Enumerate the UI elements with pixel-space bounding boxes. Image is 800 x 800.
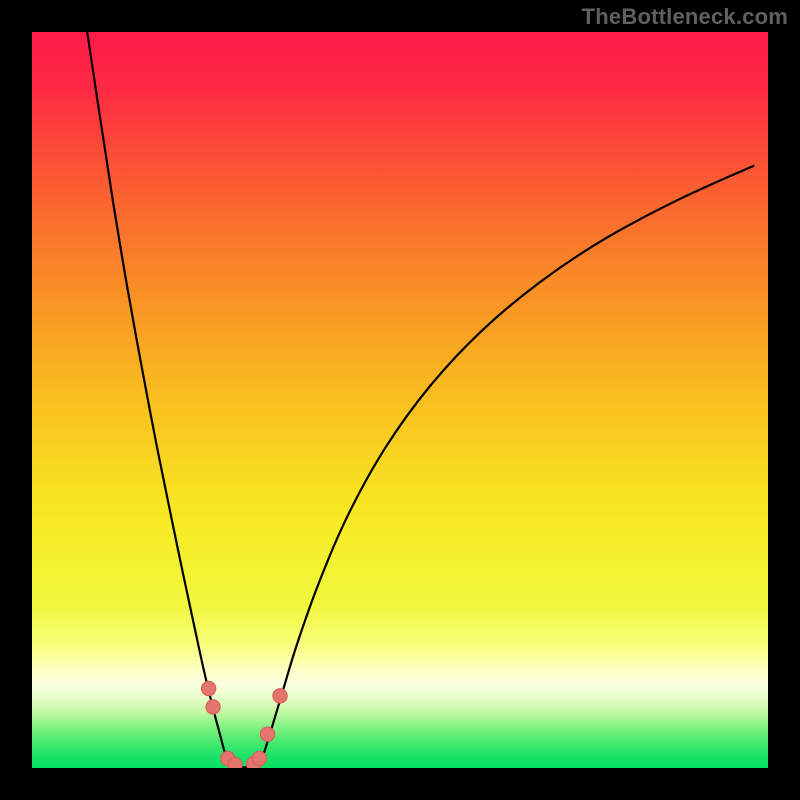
curve-marker [228,757,242,768]
curve-marker [206,700,220,714]
curve-left-branch [87,32,231,766]
curve-marker [273,689,287,703]
curve-layer [32,32,768,768]
curve-right-branch [259,166,754,766]
curve-marker [252,751,266,765]
chart-container: TheBottleneck.com [0,0,800,800]
curve-marker [260,727,274,741]
plot-area [32,32,768,768]
watermark-text: TheBottleneck.com [582,4,788,30]
curve-markers [201,681,287,768]
curve-marker [201,681,215,695]
